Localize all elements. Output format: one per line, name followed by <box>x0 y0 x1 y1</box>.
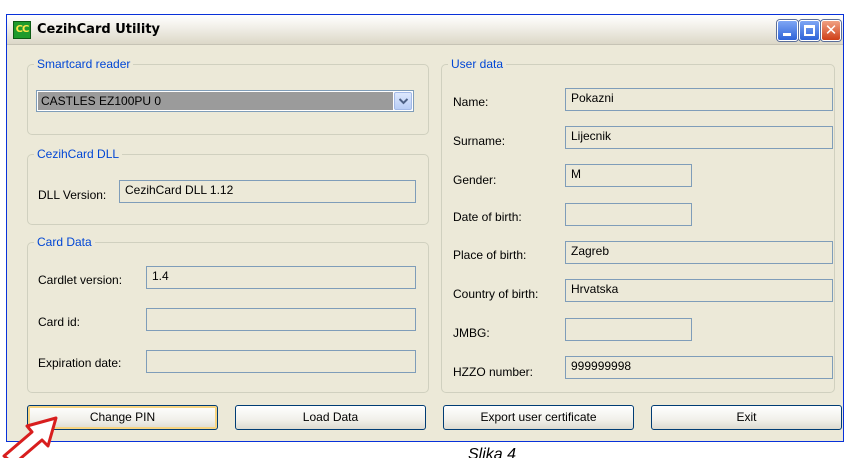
smartcard-reader-select[interactable]: CASTLES EZ100PU 0 <box>36 90 414 112</box>
country-of-birth-field: Hrvatska <box>565 279 833 302</box>
chevron-down-icon[interactable] <box>394 92 412 110</box>
name-label: Name: <box>453 95 489 109</box>
date-of-birth-label: Date of birth: <box>453 210 522 224</box>
minimize-icon <box>783 33 791 36</box>
dll-version-label: DLL Version: <box>38 188 107 202</box>
load-data-button[interactable]: Load Data <box>235 405 426 430</box>
country-of-birth-label: Country of birth: <box>453 287 539 301</box>
export-certificate-button[interactable]: Export user certificate <box>443 405 634 430</box>
hzzo-number-field: 999999998 <box>565 356 833 379</box>
cezihcard-dll-legend: CezihCard DLL <box>37 147 120 161</box>
surname-field: Lijecnik <box>565 126 833 149</box>
expiration-date-field <box>146 350 416 373</box>
jmbg-field <box>565 318 692 341</box>
dll-version-field: CezihCard DLL 1.12 <box>119 180 416 203</box>
expiration-date-label: Expiration date: <box>38 356 122 370</box>
card-id-label: Card id: <box>38 315 81 329</box>
maximize-icon <box>804 25 815 36</box>
place-of-birth-field: Zagreb <box>565 241 833 264</box>
title-bar[interactable]: CC CezihCard Utility ✕ <box>7 15 843 45</box>
maximize-button[interactable] <box>799 20 820 41</box>
surname-label: Surname: <box>453 134 506 148</box>
figure-caption: Slika 4 <box>468 446 517 458</box>
hzzo-number-label: HZZO number: <box>453 365 534 379</box>
window-title: CezihCard Utility <box>37 22 161 37</box>
card-id-field <box>146 308 416 331</box>
place-of-birth-label: Place of birth: <box>453 248 527 262</box>
gender-field: M <box>565 164 692 187</box>
date-of-birth-field <box>565 203 692 226</box>
app-icon: CC <box>13 21 31 39</box>
exit-button[interactable]: Exit <box>651 405 842 430</box>
cardlet-version-field: 1.4 <box>146 266 416 289</box>
user-data-legend: User data <box>451 57 504 71</box>
card-data-legend: Card Data <box>37 235 92 249</box>
cardlet-version-label: Cardlet version: <box>38 273 123 287</box>
smartcard-reader-selected: CASTLES EZ100PU 0 <box>41 94 162 108</box>
jmbg-label: JMBG: <box>453 326 490 340</box>
minimize-button[interactable] <box>777 20 798 41</box>
smartcard-reader-legend: Smartcard reader <box>37 57 131 71</box>
name-field: Pokazni <box>565 88 833 111</box>
gender-label: Gender: <box>453 173 497 187</box>
close-icon: ✕ <box>824 21 838 39</box>
app-window: CC CezihCard Utility ✕ Smartcard reader … <box>6 14 844 442</box>
annotation-arrow-icon <box>2 416 58 458</box>
close-button[interactable]: ✕ <box>821 20 841 41</box>
